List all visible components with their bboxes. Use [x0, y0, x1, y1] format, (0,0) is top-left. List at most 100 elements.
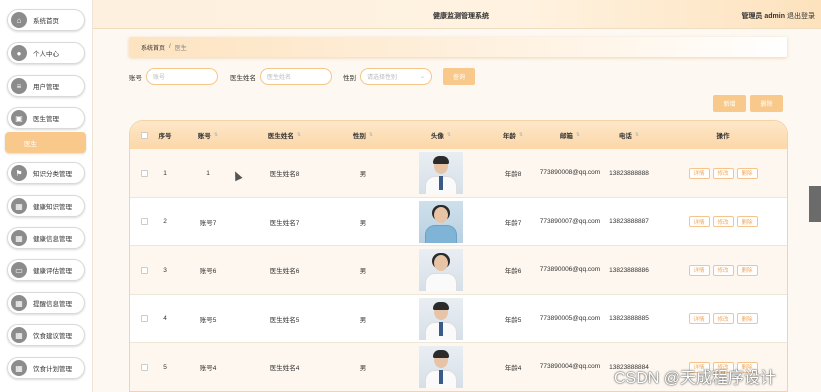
cell-index: 5: [163, 363, 167, 371]
sidebar-item-label: 提醒信息管理: [33, 301, 72, 308]
sidebar-item-diet-plan[interactable]: ▦ 饮食计划管理: [7, 357, 85, 379]
doctor-icon: ▣: [11, 110, 27, 126]
cell-phone: 13823888887: [609, 218, 649, 225]
delete-button[interactable]: 删除: [736, 216, 758, 227]
detail-button[interactable]: 详情: [688, 167, 710, 179]
delete-button[interactable]: 删除: [736, 167, 758, 179]
col-gender[interactable]: 性别 ⇅: [331, 121, 395, 149]
sidebar-item-label: 饮食建议管理: [33, 333, 72, 340]
sidebar-item-label: 健康评估管理: [33, 268, 72, 275]
doctor-name-label: 医生姓名: [230, 74, 256, 82]
cell-account: 账号7: [199, 219, 217, 227]
doctor-table: 序号 账号 ⇅ 医生姓名 ⇅ 性别 ⇅ 头像 ⇅ 年龄 ⇅ 邮箱 ⇅ 电话 ⇅ 操作 1 1 …: [129, 120, 788, 392]
logout-link[interactable]: 退出登录: [787, 11, 815, 21]
col-email[interactable]: 邮箱 ⇅: [539, 121, 601, 149]
cell-actions: 详情 修改 删除: [657, 198, 787, 246]
top-bar: 健康监测管理系统 管理员 admin 退出登录: [93, 0, 821, 29]
cell-avatar: [395, 343, 487, 391]
sidebar-item-label: 知识分类管理: [33, 171, 72, 178]
col-age[interactable]: 年龄 ⇅: [487, 121, 539, 149]
gender-label: 性别: [343, 74, 356, 82]
gender-search: 性别 请选择性别 ⌄: [343, 68, 432, 85]
gender-select[interactable]: 请选择性别 ⌄: [360, 68, 432, 85]
cell-doctor-name: 医生姓名5: [269, 316, 300, 324]
row-checkbox[interactable]: [136, 149, 152, 197]
cell-email: 773890005@qq.com: [539, 314, 601, 322]
cell-gender: 男: [359, 268, 367, 275]
sidebar-item-users[interactable]: ≡ 用户管理: [7, 75, 85, 97]
edit-button[interactable]: 修改: [712, 313, 734, 324]
col-account[interactable]: 账号 ⇅: [178, 121, 238, 149]
cell-avatar: [395, 295, 487, 343]
chevron-down-icon: ⌄: [419, 74, 425, 80]
cell-doctor-name: 医生姓名7: [269, 219, 300, 227]
col-phone[interactable]: 电话 ⇅: [601, 121, 657, 149]
chat-icon: ▭: [11, 262, 27, 278]
account-label: 账号: [129, 74, 142, 82]
detail-button[interactable]: 详情: [688, 313, 710, 324]
edit-button[interactable]: 修改: [712, 167, 734, 179]
avatar: [419, 200, 463, 243]
cell-actions: 详情 修改 删除: [657, 149, 787, 197]
delete-button[interactable]: 删除: [736, 313, 758, 324]
detail-button[interactable]: 详情: [688, 216, 710, 227]
table-row: 1 1 医生姓名8 男 年龄8 773890008@qq.com 1382388…: [130, 149, 787, 198]
row-checkbox[interactable]: [136, 246, 152, 294]
sidebar-item-label: 健康信息管理: [33, 236, 72, 243]
col-avatar[interactable]: 头像 ⇅: [395, 121, 487, 149]
edit-button[interactable]: 修改: [712, 216, 734, 227]
breadcrumb: 系统首页 / 医生: [129, 37, 787, 57]
sidebar-item-diet-advice[interactable]: ▦ 饮食建议管理: [7, 324, 85, 346]
cell-age: 年龄5: [504, 316, 522, 324]
cell-email: 773890004@qq.com: [539, 363, 601, 370]
table-row: 4 账号5 医生姓名5 男 年龄5 773890005@qq.com 13823…: [130, 295, 787, 343]
cell-avatar: [395, 198, 487, 246]
sidebar-item-reminder[interactable]: ▦ 提醒信息管理: [7, 292, 85, 314]
cell-phone: 13823888888: [609, 169, 649, 177]
cell-doctor-name: 医生姓名6: [269, 268, 300, 275]
sidebar-item-label: 医生管理: [33, 116, 59, 123]
sidebar-item-doctor[interactable]: 医生: [5, 132, 86, 153]
select-all-checkbox[interactable]: [136, 121, 152, 149]
row-checkbox[interactable]: [136, 343, 152, 391]
col-doctor-name[interactable]: 医生姓名 ⇅: [238, 121, 331, 149]
add-button[interactable]: 新增: [713, 95, 746, 112]
cell-email: 773890007@qq.com: [539, 217, 601, 225]
col-index: 序号: [158, 133, 172, 140]
cell-account: 1: [206, 169, 210, 177]
flag-icon: ⚑: [11, 165, 27, 181]
doctor-name-input[interactable]: 医生姓名: [260, 68, 332, 85]
account-input[interactable]: 账号: [146, 68, 218, 85]
delete-button[interactable]: 删除: [736, 264, 758, 276]
edit-button[interactable]: 修改: [712, 264, 734, 276]
sidebar-item-label: 系统首页: [33, 18, 59, 25]
sidebar-item-knowledge-category[interactable]: ⚑ 知识分类管理: [7, 162, 85, 184]
row-checkbox[interactable]: [136, 198, 152, 246]
cell-index: 1: [163, 169, 167, 177]
watermark: CSDN @天成程序设计: [614, 370, 777, 387]
cell-gender: 男: [359, 219, 367, 227]
cell-age: 年龄8: [504, 171, 522, 178]
detail-button[interactable]: 详情: [688, 264, 710, 276]
account-search: 账号 账号: [129, 68, 218, 85]
cell-actions: 详情 修改 删除: [657, 246, 787, 294]
query-button[interactable]: 查询: [443, 68, 475, 85]
sidebar-item-profile[interactable]: ● 个人中心: [7, 42, 85, 64]
sidebar-item-label: 健康知识管理: [33, 204, 72, 211]
cell-age: 年龄7: [504, 219, 522, 227]
row-checkbox[interactable]: [136, 295, 152, 343]
sidebar-item-doctors[interactable]: ▣ 医生管理: [7, 107, 85, 129]
sidebar-item-health-info[interactable]: ▦ 健康信息管理: [7, 227, 85, 249]
breadcrumb-home[interactable]: 系统首页: [141, 43, 165, 52]
sidebar-item-home[interactable]: ⌂ 系统首页: [7, 9, 85, 31]
sidebar-item-health-knowledge[interactable]: ▦ 健康知识管理: [7, 195, 85, 217]
scroll-handle[interactable]: [809, 186, 821, 222]
cell-email: 773890008@qq.com: [539, 169, 601, 176]
list-icon: ≡: [11, 78, 27, 94]
sidebar-item-health-assessment[interactable]: ▭ 健康评估管理: [7, 259, 85, 281]
breadcrumb-current: 医生: [174, 45, 187, 52]
batch-delete-button[interactable]: 删除: [750, 95, 783, 112]
table-row: 3 账号6 医生姓名6 男 年龄6 773890006@qq.com 13823…: [130, 246, 787, 295]
gender-select-placeholder: 请选择性别: [367, 75, 398, 81]
home-icon: ⌂: [11, 12, 27, 28]
